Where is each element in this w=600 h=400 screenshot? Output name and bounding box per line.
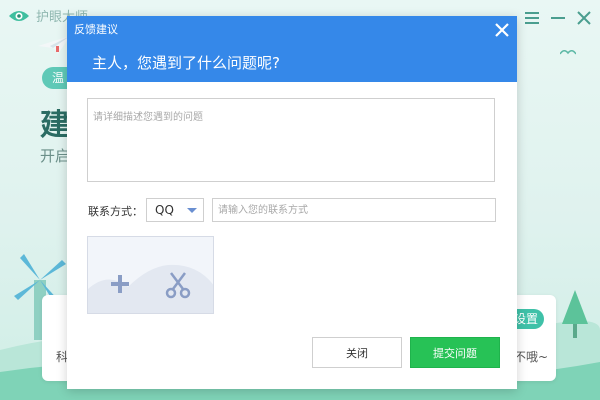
upload-illustration <box>88 264 213 313</box>
menu-button[interactable] <box>522 8 542 28</box>
dialog-header: 反馈建议 主人，您遇到了什么问题呢? <box>67 16 517 82</box>
tree-illustration <box>562 290 588 338</box>
close-icon <box>577 11 591 25</box>
background-card-text-right: 不哦~ <box>514 350 549 364</box>
close-button[interactable]: 关闭 <box>312 337 402 368</box>
feedback-dialog: 反馈建议 主人，您遇到了什么问题呢? 联系方式： QQ 关闭 提交问题 <box>67 16 517 389</box>
contact-type-select[interactable]: QQ <box>146 198 204 222</box>
app-close-button[interactable] <box>574 8 594 28</box>
menu-icon <box>525 12 539 24</box>
chevron-down-icon <box>187 208 197 213</box>
minimize-button[interactable] <box>548 8 568 28</box>
bird-icon <box>560 50 576 55</box>
eye-icon <box>9 10 29 21</box>
contact-label: 联系方式： <box>88 205 143 218</box>
background-subtitle: 开启 <box>40 147 71 165</box>
screenshot-upload-area[interactable] <box>87 236 214 314</box>
app-window-controls <box>522 8 594 28</box>
dialog-close-icon[interactable] <box>493 21 511 39</box>
background-heading: 建 <box>40 108 70 143</box>
minimize-icon <box>551 17 565 19</box>
contact-type-value: QQ <box>155 203 174 217</box>
submit-button[interactable]: 提交问题 <box>410 337 500 368</box>
dialog-title: 反馈建议 <box>74 23 118 36</box>
dialog-heading: 主人，您遇到了什么问题呢? <box>92 54 280 72</box>
contact-input[interactable] <box>212 198 496 222</box>
problem-description-input[interactable] <box>87 98 495 182</box>
